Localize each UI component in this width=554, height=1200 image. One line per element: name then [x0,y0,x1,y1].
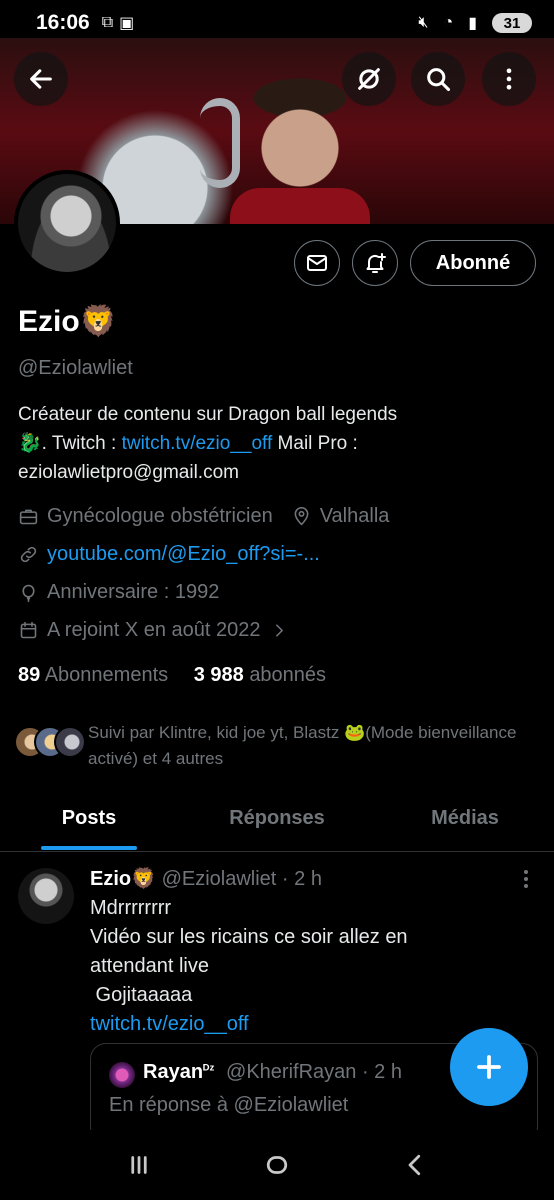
post-line: Vidéo sur les ricains ce soir allez en a… [90,926,408,977]
twitch-notification-icon: ▣ [119,15,135,32]
tab-posts-label: Posts [61,806,117,829]
following-link[interactable]: 89 Abonnements [18,664,168,686]
followed-by[interactable]: Suivi par Klintre, kid joe yt, Blastz 🐸(… [14,720,544,772]
balloon-icon [22,584,35,603]
more-vertical-icon [524,870,528,888]
grok-button[interactable] [342,52,396,106]
follow-counts: 89 Abonnements 3 988 abonnés [18,664,326,687]
notifications-button[interactable] [352,240,398,286]
birthday-row: Anniversaire : 1992 [18,581,219,604]
quote-handle-time: @KherifRayan · 2 h [226,1061,402,1083]
tab-media-label: Médias [431,806,499,829]
bio-mail: eziolawlietpro@gmail.com [18,462,239,483]
bio-twitch-link[interactable]: twitch.tv/ezio__off [122,433,273,454]
joined-row[interactable]: A rejoint X en août 2022 [18,619,290,642]
website-row: youtube.com/@Ezio_off?si=-... [18,543,320,566]
mail-icon [307,255,327,271]
tab-replies[interactable]: Réponses [178,792,376,844]
quote-author-avatar [109,1062,135,1088]
home-icon[interactable] [262,1150,292,1180]
grok-icon [358,68,380,90]
follower-avatars [14,726,86,766]
more-vertical-icon [506,68,512,90]
post-text: Mdrrrrrrrr Vidéo sur les ricains ce soir… [90,894,490,1039]
following-button[interactable]: Abonné [410,240,536,286]
signal-icon: ▮ [468,15,477,32]
followers-link[interactable]: 3 988 abonnés [194,664,326,686]
following-count: 89 [18,664,41,686]
following-label: Abonnements [44,664,169,686]
calendar-icon [20,621,37,639]
banner-trophy-shape [200,98,240,188]
post-header: Ezio🦁 @Eziolawliet · 2 h [90,866,322,891]
post-author-avatar[interactable] [18,868,74,924]
compose-button[interactable] [450,1028,528,1106]
status-bar: 16:06 ⧉ ▣ 🔇︎ ◔ ▮ 31 [0,0,554,46]
bio-text: Créateur de contenu sur Dragon ball lege… [18,404,398,425]
follower-avatar [54,726,86,758]
bell-plus-icon [366,253,386,273]
back-icon[interactable] [400,1150,430,1180]
battery-indicator: 31 [492,13,532,33]
screenshot-icon: ⧉ [101,14,114,31]
post-line: Gojitaaaaa [90,984,193,1006]
profile-avatar[interactable] [14,170,120,276]
profile-tabs: Posts Réponses Médias [0,792,554,852]
quote-author-suffix: ᴰᶻ [203,1061,215,1077]
bio-twitch-prefix: . Twitch : [41,433,122,454]
link-icon [20,546,37,563]
quote-author-name: Rayan [143,1061,204,1083]
status-time: 16:06 [36,11,90,34]
post-more-button[interactable] [516,866,536,892]
post-author-name[interactable]: Ezio🦁 [90,868,156,890]
tab-posts[interactable]: Posts [0,792,178,850]
bio-dragon-emoji: 🐉 [18,433,42,454]
mute-icon: 🔇︎ [418,14,429,31]
profession-location-row: Gynécologue obstétricien Valhalla [18,505,389,528]
more-options-button[interactable] [482,52,536,106]
tab-media[interactable]: Médias [376,792,554,844]
recents-icon[interactable] [124,1150,154,1180]
joined-text: A rejoint X en août 2022 [47,619,261,641]
tab-replies-label: Réponses [229,806,325,829]
profile-name: Ezio🦁 [18,305,118,338]
followed-by-text: Suivi par Klintre, kid joe yt, Blastz 🐸(… [88,723,517,768]
profile-bio: Créateur de contenu sur Dragon ball lege… [18,400,538,487]
back-button[interactable] [14,52,68,106]
bio-mail-prefix: Mail Pro : [272,433,358,454]
message-button[interactable] [294,240,340,286]
chevron-right-icon [275,624,283,637]
quote-header: Rayanᴰᶻ @KherifRayan · 2 h [143,1061,402,1084]
search-button[interactable] [411,52,465,106]
followers-count: 3 988 [193,664,244,686]
plus-icon [477,1055,501,1079]
quote-reply-to: En réponse à @Eziolawliet [109,1094,349,1116]
system-navigation-bar [0,1130,554,1200]
profession-text: Gynécologue obstétricien [47,505,273,527]
active-tab-indicator [41,846,137,850]
briefcase-icon [19,509,38,525]
birthday-text: Anniversaire : 1992 [47,581,220,603]
website-link[interactable]: youtube.com/@Ezio_off?si=-... [47,543,320,566]
location-icon [294,506,309,526]
post-link[interactable]: twitch.tv/ezio__off [90,1010,490,1039]
search-icon [427,68,451,92]
followers-label: abonnés [249,664,327,686]
post-line: Mdrrrrrrrr [90,897,172,919]
location-text: Valhalla [319,505,390,527]
profile-handle: @Eziolawliet [18,357,133,379]
banner-jersey-shape [230,188,370,224]
post-handle-time: @Eziolawliet · 2 h [161,868,322,890]
back-arrow-icon [30,69,52,89]
wifi-icon: ◔ [443,14,454,31]
